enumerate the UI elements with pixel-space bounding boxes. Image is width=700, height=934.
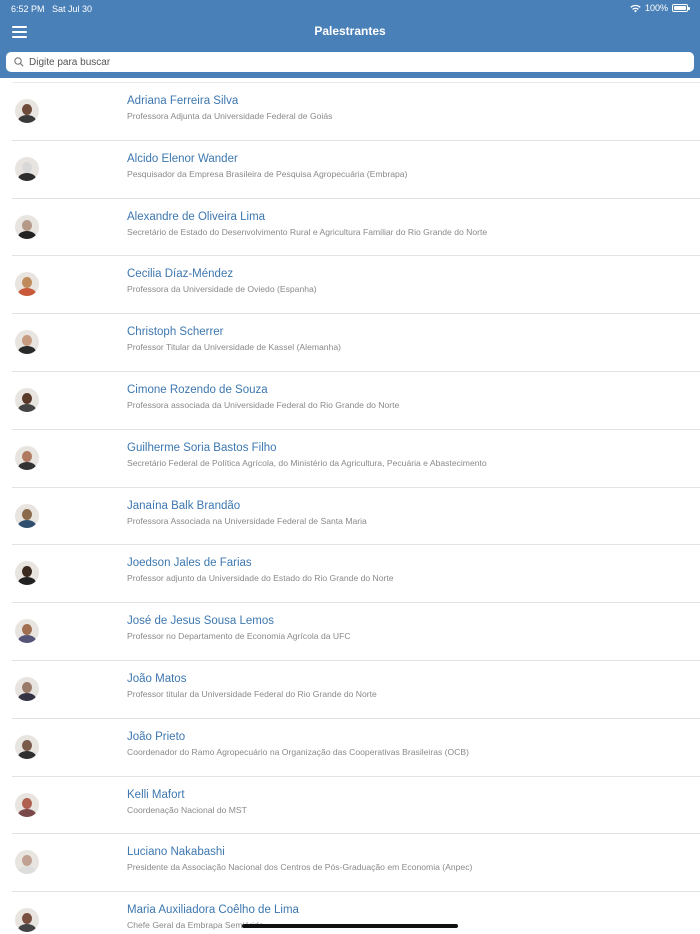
speaker-row[interactable]: José de Jesus Sousa Lemos Professor no De…: [12, 602, 700, 660]
battery-percent: 100%: [644, 3, 668, 13]
speaker-row[interactable]: Luciano Nakabashi Presidente da Associaçã…: [12, 833, 700, 891]
speaker-row[interactable]: Joedson Jales de Farias Professor adjunto…: [12, 544, 700, 602]
speaker-row[interactable]: Cecilia Díaz-Méndez Professora da Univers…: [12, 255, 700, 313]
speaker-name: Luciano Nakabashi: [127, 846, 225, 859]
avatar: [15, 908, 39, 933]
speaker-role: Professora Adjunta da Universidade Feder…: [127, 111, 333, 121]
speaker-row[interactable]: Kelli Mafort Coordenação Nacional do MST: [12, 775, 700, 834]
speaker-role: Professor adjunto da Universidade do Est…: [127, 573, 394, 584]
wifi-icon: [630, 4, 641, 12]
status-bar: 6:52 PM Sat Jul 30 100%: [0, 0, 700, 18]
speaker-name: Maria Auxiliadora Coêlho de Lima: [127, 904, 299, 917]
speaker-name: Janaína Balk Brandão: [127, 499, 241, 512]
avatar: [15, 330, 39, 355]
home-indicator: [242, 924, 458, 928]
avatar: [15, 445, 39, 470]
speaker-role: Coordenador do Ramo Agropecuário na Orga…: [127, 746, 470, 757]
speaker-name: Adriana Ferreira Silva: [127, 95, 239, 107]
speaker-name: Cimone Rozendo de Souza: [127, 383, 268, 396]
search-input[interactable]: [29, 56, 679, 68]
speaker-name: Christoph Scherrer: [127, 326, 224, 339]
speaker-row[interactable]: Adriana Ferreira Silva Professora Adjunta…: [12, 82, 700, 140]
battery-icon: [672, 4, 690, 12]
speaker-name: Joedson Jales de Farias: [127, 557, 252, 570]
speaker-role: Professor no Departamento de Economia Ag…: [127, 631, 351, 642]
speaker-name: Alcido Elenor Wander: [127, 152, 238, 165]
app-header: 6:52 PM Sat Jul 30 100% Palestrantes: [0, 0, 700, 78]
speaker-row[interactable]: Cimone Rozendo de Souza Professora associ…: [12, 370, 700, 429]
speaker-role: Coordenação Nacional do MST: [127, 804, 247, 815]
status-date: Sat Jul 30: [52, 4, 93, 14]
speaker-role: Professora associada da Universidade Fed…: [127, 399, 400, 410]
avatar: [15, 792, 39, 817]
speaker-name: João Matos: [127, 672, 187, 685]
page-title: Palestrantes: [314, 24, 386, 38]
speaker-row[interactable]: Alexandre de Oliveira Lima Secretário de …: [12, 197, 700, 256]
avatar: [15, 676, 39, 701]
speaker-name: José de Jesus Sousa Lemos: [127, 615, 275, 628]
speaker-name: Kelli Mafort: [127, 788, 185, 801]
speaker-row[interactable]: João Prieto Coordenador do Ramo Agropecuá…: [12, 717, 700, 776]
speaker-role: Professora Associada na Universidade Fed…: [127, 515, 367, 526]
speaker-role: Professor Titular da Universidade de Kas…: [127, 342, 341, 353]
speaker-row[interactable]: Christoph Scherrer Professor Titular da U…: [12, 313, 700, 371]
speaker-name: Guilherme Soria Bastos Filho: [127, 441, 277, 454]
avatar: [15, 272, 39, 297]
avatar: [15, 214, 39, 239]
speaker-name: Cecilia Díaz-Méndez: [127, 268, 234, 281]
speaker-role: Presidente da Associação Nacional dos Ce…: [127, 862, 473, 873]
speaker-role: Pesquisador da Empresa Brasileira de Pes…: [127, 168, 408, 179]
speaker-role: Professora da Universidade de Oviedo (Es…: [127, 284, 317, 295]
avatar: [15, 156, 39, 181]
speaker-row[interactable]: Janaína Balk Brandão Professora Associada…: [12, 486, 700, 545]
speaker-row[interactable]: Guilherme Soria Bastos Filho Secretário F…: [12, 428, 700, 487]
speaker-role: Secretário de Estado do Desenvolvimento …: [127, 226, 488, 237]
status-time: 6:52 PM: [11, 4, 45, 14]
speaker-name: Alexandre de Oliveira Lima: [127, 210, 266, 223]
status-right: 100%: [630, 3, 690, 13]
avatar: [15, 503, 39, 528]
avatar: [15, 561, 39, 586]
avatar: [15, 850, 39, 875]
avatar: [15, 619, 39, 644]
search-bar[interactable]: [6, 52, 694, 72]
speaker-row[interactable]: João Matos Professor titular da Universid…: [12, 659, 700, 718]
search-icon: [14, 57, 24, 67]
speaker-name: João Prieto: [127, 730, 186, 743]
speaker-role: Professor titular da Universidade Federa…: [127, 688, 377, 699]
speaker-row[interactable]: Alcido Elenor Wander Pesquisador da Empre…: [12, 139, 700, 198]
speaker-role: Secretário Federal de Política Agrícola,…: [127, 457, 487, 468]
avatar: [15, 387, 39, 412]
avatar: [15, 99, 39, 123]
avatar: [15, 734, 39, 759]
speaker-list: Adriana Ferreira Silva Professora Adjunta…: [0, 82, 700, 934]
